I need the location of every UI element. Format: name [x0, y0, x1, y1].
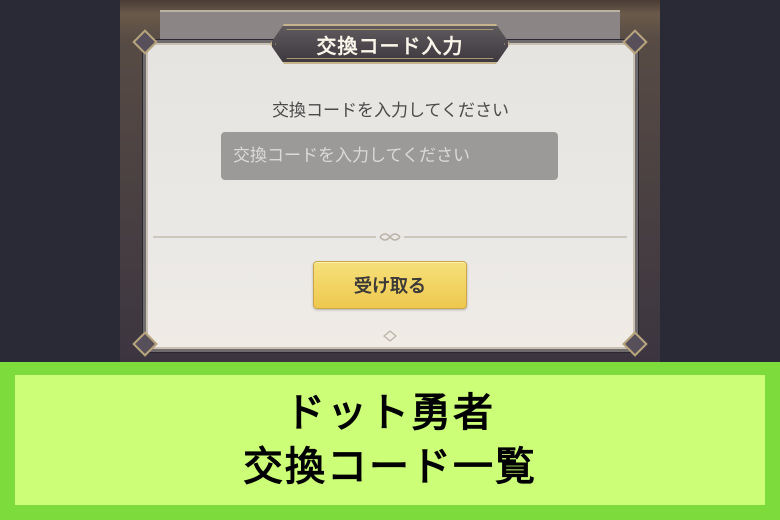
divider-line — [404, 236, 627, 238]
game-screen: 交換コード入力 交換コードを入力してください 受け取る — [0, 0, 780, 362]
dialog-title: 交換コード入力 — [316, 33, 464, 58]
bottom-ornament-icon — [383, 330, 397, 342]
title-banner-inner: ドット勇者 交換コード一覧 — [15, 375, 765, 505]
instruction-text: 交換コードを入力してください — [272, 101, 509, 121]
divider-line — [153, 236, 376, 238]
banner-title-line2: 交換コード一覧 — [243, 444, 537, 490]
receive-button[interactable]: 受け取る — [313, 261, 467, 309]
dialog-title-plate: 交換コード入力 — [270, 24, 510, 64]
title-banner: ドット勇者 交換コード一覧 — [0, 362, 780, 520]
divider-ornament-icon — [379, 233, 401, 241]
banner-title-line1: ドット勇者 — [285, 390, 495, 436]
exchange-code-input[interactable] — [221, 132, 558, 180]
